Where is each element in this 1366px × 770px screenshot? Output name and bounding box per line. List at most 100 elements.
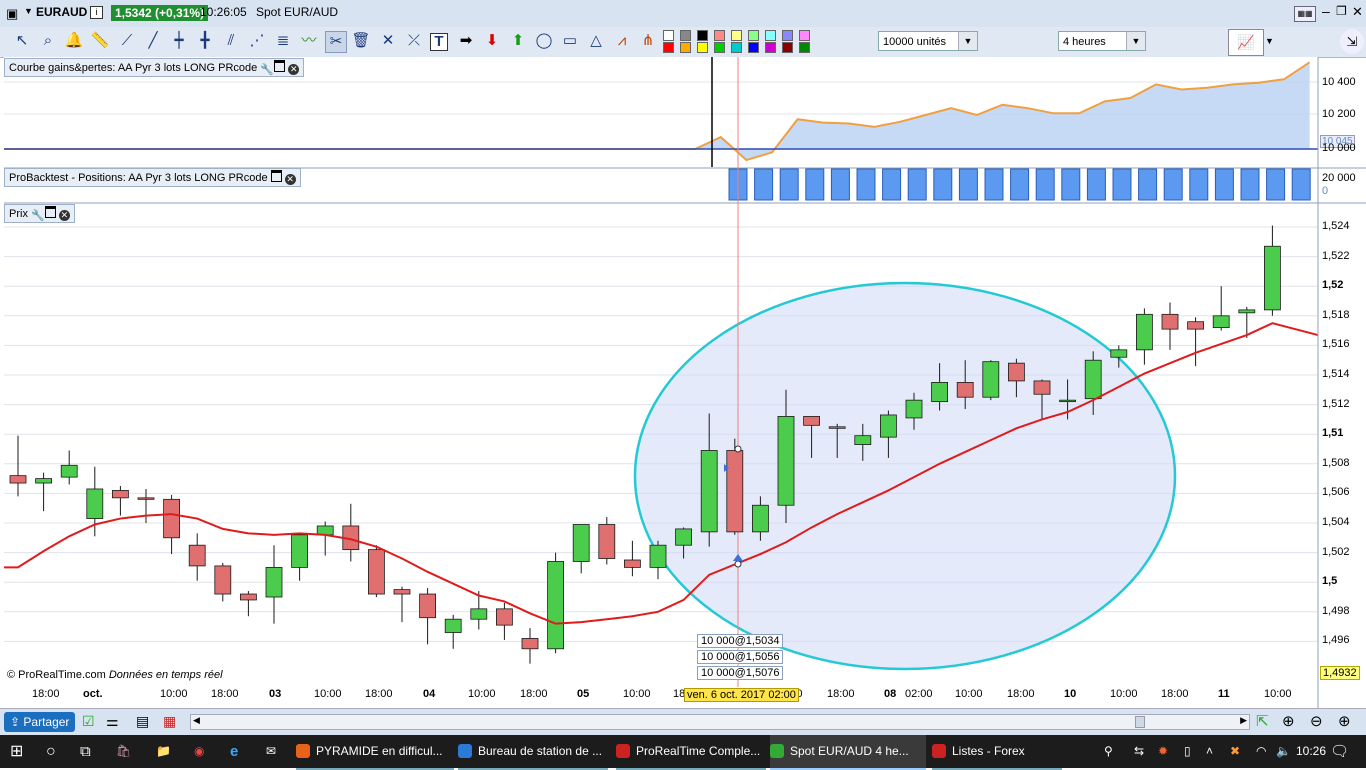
color-swatch[interactable] xyxy=(697,42,708,53)
scroll-right-icon[interactable]: ▶ xyxy=(1240,715,1247,726)
color-swatch[interactable] xyxy=(714,42,725,53)
volume-icon[interactable]: 🔈 xyxy=(1276,735,1291,768)
close-icon[interactable]: ✕ xyxy=(288,64,300,75)
table-icon[interactable]: ▤ xyxy=(136,713,149,730)
color-swatch[interactable] xyxy=(680,42,691,53)
channel-icon[interactable]: ⫽ xyxy=(221,31,241,51)
text-tool-icon[interactable]: T xyxy=(430,33,448,51)
window-icon[interactable] xyxy=(270,170,282,182)
wrench-icon[interactable]: 🔧 xyxy=(260,65,274,76)
alert-bell-icon[interactable]: 🔔 xyxy=(64,31,84,51)
task-item-active[interactable]: Spot EUR/AUD 4 he... xyxy=(770,735,926,770)
window-icon[interactable] xyxy=(274,60,286,72)
arrow-up-icon[interactable]: ⬆ xyxy=(508,31,528,51)
trendline-icon[interactable]: ╱ xyxy=(143,31,163,51)
color-swatch[interactable] xyxy=(731,30,742,41)
wifi-icon[interactable]: ◠ xyxy=(1256,735,1266,768)
dropdown-icon[interactable]: ▼ xyxy=(24,6,33,16)
chart-area[interactable] xyxy=(0,57,1366,708)
zoom-in-icon[interactable]: ⊕ xyxy=(1338,712,1351,730)
indicators-icon[interactable]: 📈 xyxy=(1228,29,1264,56)
color-swatch[interactable] xyxy=(714,30,725,41)
color-swatch[interactable] xyxy=(748,30,759,41)
maximize-icon[interactable]: ❐ xyxy=(1336,4,1347,18)
color-swatch[interactable] xyxy=(765,42,776,53)
color-swatch[interactable] xyxy=(765,30,776,41)
delete-icon[interactable]: 🗑 xyxy=(351,31,371,51)
wave-icon[interactable]: 〰 xyxy=(299,31,319,51)
autoscale-icon[interactable]: ⇱ xyxy=(1256,712,1269,730)
cross-icon[interactable]: ✕ xyxy=(378,31,398,51)
window-menu-icon[interactable]: ▣ xyxy=(6,6,20,21)
zoom-icon[interactable]: ⌕ xyxy=(38,31,58,51)
task-item[interactable]: Bureau de station de ... xyxy=(458,735,608,770)
task-item[interactable]: Listes - Forex xyxy=(932,735,1062,770)
store-icon[interactable]: 🛍 xyxy=(116,735,131,768)
horizontal-line-icon[interactable]: ┿ xyxy=(169,31,189,51)
ruler-icon[interactable]: 📏 xyxy=(90,31,110,51)
columns-icon[interactable]: ⚌ xyxy=(106,713,119,730)
tray-app-icon[interactable]: ✖ xyxy=(1230,735,1240,768)
symbol-label[interactable]: EURAUD xyxy=(36,5,87,19)
task-item[interactable]: PYRAMIDE en difficul... xyxy=(296,735,454,770)
color-swatch[interactable] xyxy=(663,30,674,41)
keyboard-icon[interactable]: ▦▦ xyxy=(1294,6,1316,22)
share-button[interactable]: ⇪ Partager xyxy=(4,712,76,732)
close-window-icon[interactable]: ✕ xyxy=(1352,4,1363,20)
line-tool-icon[interactable]: ⟋ xyxy=(117,31,137,51)
zoom-out-icon[interactable]: ⊖ xyxy=(1310,712,1323,730)
color-swatch[interactable] xyxy=(748,42,759,53)
search-icon[interactable]: ○ xyxy=(46,735,56,768)
color-swatch[interactable] xyxy=(731,42,742,53)
people-icon[interactable]: ⚲ xyxy=(1104,735,1113,768)
notifications-icon[interactable]: 🗨 xyxy=(1330,735,1349,768)
chrome-icon[interactable]: ◉ xyxy=(194,735,204,768)
color-swatch[interactable] xyxy=(799,30,810,41)
scroll-left-icon[interactable]: ◀ xyxy=(193,715,200,726)
tray-chevron-icon[interactable]: ˄ xyxy=(1206,735,1213,768)
color-swatch[interactable] xyxy=(782,42,793,53)
arrow-right-icon[interactable]: ➡ xyxy=(456,31,476,51)
window-icon[interactable] xyxy=(44,206,56,218)
list-icon[interactable]: ☑ xyxy=(82,713,95,730)
network-share-icon[interactable]: ⇆ xyxy=(1134,735,1144,768)
chevron-down-icon[interactable]: ▼ xyxy=(958,32,977,50)
zoom-fit-icon[interactable]: ⊕ xyxy=(1282,712,1295,730)
quantity-select[interactable]: 10000 unités ▼ xyxy=(878,31,978,51)
timeframe-select[interactable]: 4 heures ▼ xyxy=(1058,31,1146,51)
minimize-icon[interactable]: – xyxy=(1322,3,1330,19)
windows-start-icon[interactable]: ⊞ xyxy=(10,735,23,768)
rectangle-tool-icon[interactable]: ▭ xyxy=(560,31,580,51)
antivirus-icon[interactable]: ✹ xyxy=(1158,735,1168,768)
chevron-down-icon[interactable]: ▼ xyxy=(1265,36,1274,46)
diagonal-tool-icon[interactable]: ⤫ xyxy=(404,31,424,51)
color-swatch[interactable] xyxy=(782,30,793,41)
grid-icon[interactable]: ▦ xyxy=(163,713,176,730)
arrow-down-icon[interactable]: ⬇ xyxy=(482,31,502,51)
fan-icon[interactable]: ⋰ xyxy=(247,31,267,51)
color-swatch[interactable] xyxy=(799,42,810,53)
triangle-tool-icon[interactable]: △ xyxy=(586,31,606,51)
folder-icon[interactable]: 📁 xyxy=(156,735,171,768)
pitchfork-icon[interactable]: ⋔ xyxy=(638,31,658,51)
close-icon[interactable]: ✕ xyxy=(58,210,70,221)
cursor-icon[interactable]: ↖ xyxy=(12,31,32,51)
close-icon[interactable]: ✕ xyxy=(284,174,296,185)
scroll-thumb[interactable] xyxy=(1135,716,1145,728)
mail-icon[interactable]: ✉ xyxy=(266,735,276,768)
taskbar-clock[interactable]: 10:26 xyxy=(1296,735,1326,768)
vertical-line-icon[interactable]: ╋ xyxy=(195,31,215,51)
fibonacci-icon[interactable]: ≣ xyxy=(273,31,293,51)
color-swatch[interactable] xyxy=(680,30,691,41)
color-swatch[interactable] xyxy=(697,30,708,41)
collapse-icon[interactable]: ⇲ xyxy=(1340,29,1364,54)
ellipse-tool-icon[interactable]: ◯ xyxy=(534,31,554,51)
horizontal-scrollbar[interactable]: ◀ ▶ xyxy=(190,714,1250,730)
edge-icon[interactable]: e xyxy=(230,735,238,768)
task-view-icon[interactable]: ⧉ xyxy=(80,735,91,768)
tools-icon[interactable]: ✂ xyxy=(325,31,347,53)
info-icon[interactable]: i xyxy=(90,6,103,19)
chevron-down-icon[interactable]: ▼ xyxy=(1126,32,1145,50)
task-item[interactable]: ProRealTime Comple... xyxy=(616,735,766,770)
color-swatch[interactable] xyxy=(663,42,674,53)
